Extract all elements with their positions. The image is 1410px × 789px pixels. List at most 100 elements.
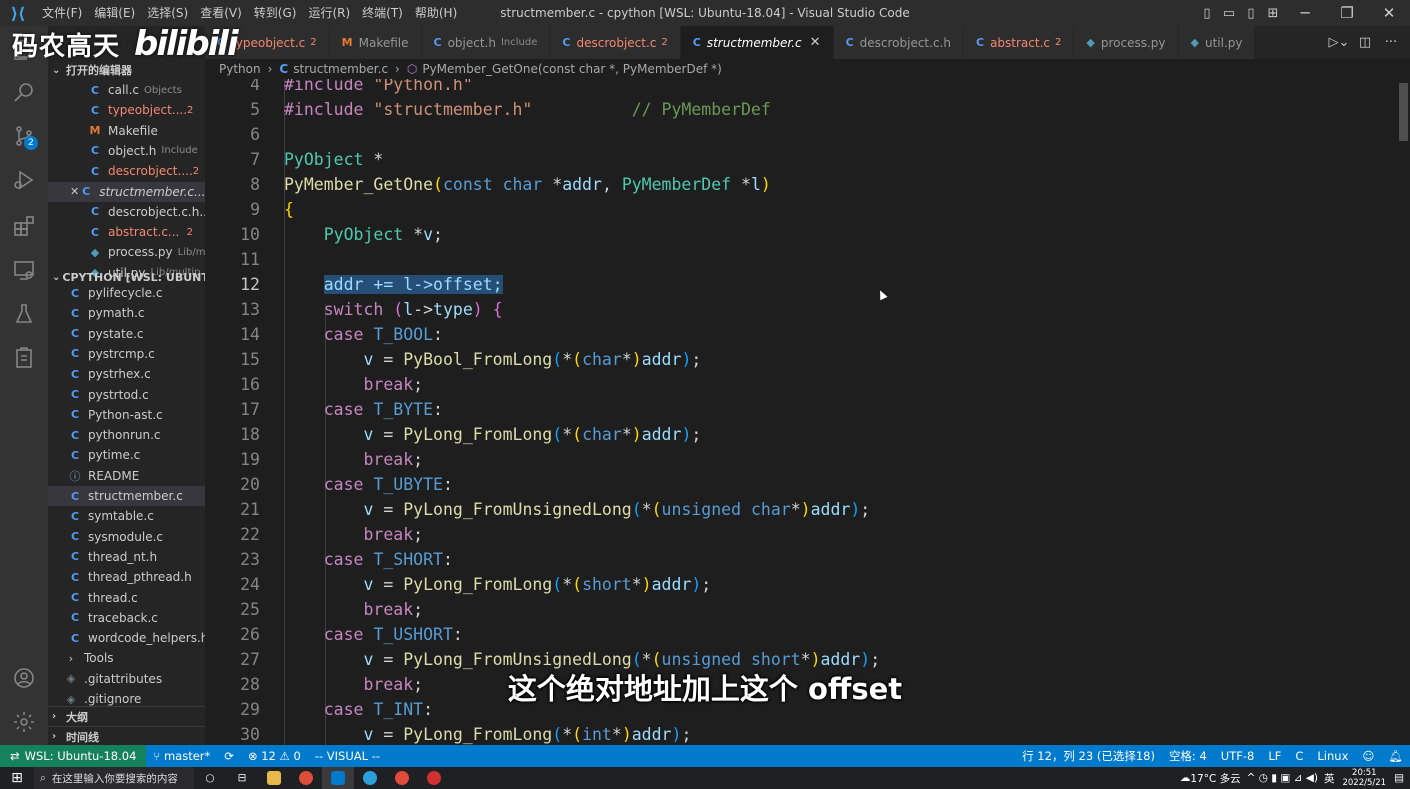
git-branch[interactable]: ⑂ master* xyxy=(146,749,217,763)
tab-object-h[interactable]: Cobject.h Include xyxy=(421,26,551,59)
close-window-button[interactable]: ✕ xyxy=(1368,4,1410,22)
outline-header[interactable]: › 大纲 xyxy=(48,706,205,726)
language-mode[interactable]: C xyxy=(1288,749,1310,763)
file-tree-item[interactable]: Cpystrcmp.c xyxy=(48,344,205,364)
menu-item[interactable]: 运行(R) xyxy=(302,0,356,26)
recorder-icon[interactable] xyxy=(418,767,450,789)
open-editor-item[interactable]: ✕ Cstructmember.c... xyxy=(48,181,205,202)
indentation[interactable]: 空格: 4 xyxy=(1162,748,1214,764)
open-editors-header[interactable]: ⌄ 打开的编辑器 xyxy=(48,60,205,80)
code-line[interactable]: 7 PyObject * xyxy=(205,147,1395,172)
code-line[interactable]: 19 break; xyxy=(205,447,1395,472)
menu-item[interactable]: 查看(V) xyxy=(194,0,248,26)
file-tree-item[interactable]: ◈ .gitattributes xyxy=(48,669,205,689)
tab-Makefile[interactable]: M Makefile xyxy=(329,26,422,59)
taskbar-search[interactable]: ⌕ 在这里输入你要搜索的内容 xyxy=(34,767,194,789)
file-tree-item[interactable]: Cthread_pthread.h xyxy=(48,567,205,587)
tab-structmember-c[interactable]: Cstructmember.c ✕ xyxy=(680,26,834,59)
windows-start-icon[interactable]: ⊞ xyxy=(0,770,34,786)
file-tree-item[interactable]: Cpymath.c xyxy=(48,303,205,323)
tray-icons[interactable]: ^ ◷ ▮ ▣ ⊿ ◀) xyxy=(1247,772,1318,784)
code-line[interactable]: 10 PyObject *v; xyxy=(205,222,1395,247)
file-tree-item[interactable]: Cstructmember.c xyxy=(48,486,205,506)
file-tree-item[interactable]: Cpystrtod.c xyxy=(48,385,205,405)
ime-indicator[interactable]: 英 xyxy=(1324,771,1335,786)
clock[interactable]: 20:51 2022/5/21 xyxy=(1342,768,1386,788)
code-line[interactable]: 29 case T_INT: xyxy=(205,697,1395,722)
file-tree-item[interactable]: Csysmodule.c xyxy=(48,527,205,547)
code-line[interactable]: 28 break; xyxy=(205,672,1395,697)
file-tree-item[interactable]: › Tools xyxy=(48,648,205,668)
menu-item[interactable]: 选择(S) xyxy=(141,0,194,26)
code-line[interactable]: 20 case T_UBYTE: xyxy=(205,472,1395,497)
customize-layout-icon[interactable]: ⊞ xyxy=(1262,6,1284,21)
encoding[interactable]: UTF-8 xyxy=(1214,749,1262,763)
more-actions-icon[interactable]: ··· xyxy=(1378,35,1404,50)
file-tree-item[interactable]: Cpytime.c xyxy=(48,445,205,465)
code-line[interactable]: 30 v = PyLong_FromLong(*(int*)addr); xyxy=(205,722,1395,745)
remote-explorer-icon[interactable] xyxy=(0,250,48,290)
file-tree-item[interactable]: Cthread_nt.h xyxy=(48,547,205,567)
file-tree-item[interactable]: Ctraceback.c xyxy=(48,608,205,628)
run-debug-icon[interactable] xyxy=(0,160,48,200)
code-line[interactable]: 18 v = PyLong_FromLong(*(char*)addr); xyxy=(205,422,1395,447)
code-line[interactable]: 25 break; xyxy=(205,597,1395,622)
code-line[interactable]: 23 case T_SHORT: xyxy=(205,547,1395,572)
problems-indicator[interactable]: ⊗ 12 ⚠ 0 xyxy=(241,749,308,763)
feedback-icon[interactable]: ☺ xyxy=(1355,749,1381,763)
tab-descrobject-c-h[interactable]: Cdescrobject.c.h xyxy=(833,26,964,59)
code-line[interactable]: 24 v = PyLong_FromLong(*(short*)addr); xyxy=(205,572,1395,597)
extensions-icon[interactable] xyxy=(0,206,48,246)
file-tree-item[interactable]: Cpythonrun.c xyxy=(48,425,205,445)
tab-process-py[interactable]: ◆ process.py xyxy=(1074,26,1179,59)
menu-item[interactable]: 终端(T) xyxy=(356,0,409,26)
split-editor-icon[interactable]: ◫ xyxy=(1352,35,1378,50)
search-icon[interactable] xyxy=(0,72,48,112)
sync-icon[interactable]: ⟳ xyxy=(217,749,241,763)
os-indicator[interactable]: Linux xyxy=(1310,749,1355,763)
explorer-icon[interactable] xyxy=(0,30,48,70)
code-line[interactable]: 14 case T_BOOL: xyxy=(205,322,1395,347)
app-icon[interactable] xyxy=(386,767,418,789)
file-explorer-icon[interactable] xyxy=(258,767,290,789)
toggle-secondary-sidebar-icon[interactable]: ▯ xyxy=(1240,6,1262,21)
widgets-icon[interactable]: ⊟ xyxy=(226,767,258,789)
notifications-icon[interactable]: 🔔︎ xyxy=(1381,749,1410,763)
code-line[interactable]: 11 xyxy=(205,247,1395,272)
open-editor-item[interactable]: ◆ process.py Lib/m... xyxy=(48,242,205,262)
menu-item[interactable]: 编辑(E) xyxy=(88,0,141,26)
breadcrumb-file[interactable]: structmember.c xyxy=(293,62,388,76)
tab-util-py[interactable]: ◆ util.py xyxy=(1178,26,1256,59)
code-line[interactable]: 16 break; xyxy=(205,372,1395,397)
close-icon[interactable]: ✕ xyxy=(70,185,79,198)
code-line[interactable]: 26 case T_USHORT: xyxy=(205,622,1395,647)
minimize-button[interactable]: ─ xyxy=(1284,4,1326,22)
file-tree-item[interactable]: ⓘ README xyxy=(48,466,205,486)
remote-indicator[interactable]: ⇄ WSL: Ubuntu-18.04 xyxy=(0,745,147,767)
tab-descrobject-c[interactable]: Cdescrobject.c 2 xyxy=(550,26,681,59)
open-editor-item[interactable]: Cobject.h Include xyxy=(48,141,205,161)
open-editor-item[interactable]: Ctypeobject.... 2 xyxy=(48,100,205,120)
open-editor-item[interactable]: Cdescrobject.... 2 xyxy=(48,161,205,181)
file-tree-item[interactable]: Cpystate.c xyxy=(48,324,205,344)
weather-text[interactable]: 17°C 多云 xyxy=(1190,771,1240,786)
file-tree-item[interactable]: Cwordcode_helpers.h xyxy=(48,628,205,648)
code-line[interactable]: 15 v = PyBool_FromLong(*(char*)addr); xyxy=(205,347,1395,372)
breadcrumb-folder[interactable]: Python xyxy=(219,62,261,76)
code-line[interactable]: 27 v = PyLong_FromUnsignedLong(*(unsigne… xyxy=(205,647,1395,672)
code-line[interactable]: 12 addr += l->offset; xyxy=(205,272,1395,297)
timeline-header[interactable]: › 时间线 xyxy=(48,726,205,745)
code-line[interactable]: 21 v = PyLong_FromUnsignedLong(*(unsigne… xyxy=(205,497,1395,522)
file-tree-item[interactable]: Cpylifecycle.c xyxy=(48,283,205,303)
menu-item[interactable]: 转到(G) xyxy=(248,0,303,26)
vscode-taskbar-icon[interactable] xyxy=(322,767,354,789)
open-editor-item[interactable]: Cdescrobject.c.h... xyxy=(48,202,205,222)
account-icon[interactable] xyxy=(0,658,48,698)
scrollbar-thumb[interactable] xyxy=(1399,83,1408,141)
code-line[interactable]: 17 case T_BYTE: xyxy=(205,397,1395,422)
testing-icon[interactable] xyxy=(0,294,48,334)
file-tree-item[interactable]: Csymtable.c xyxy=(48,506,205,526)
tab-abstract-c[interactable]: Cabstract.c 2 xyxy=(963,26,1075,59)
toggle-panel-icon[interactable]: ▭ xyxy=(1218,6,1240,21)
end-of-line[interactable]: LF xyxy=(1261,749,1288,763)
